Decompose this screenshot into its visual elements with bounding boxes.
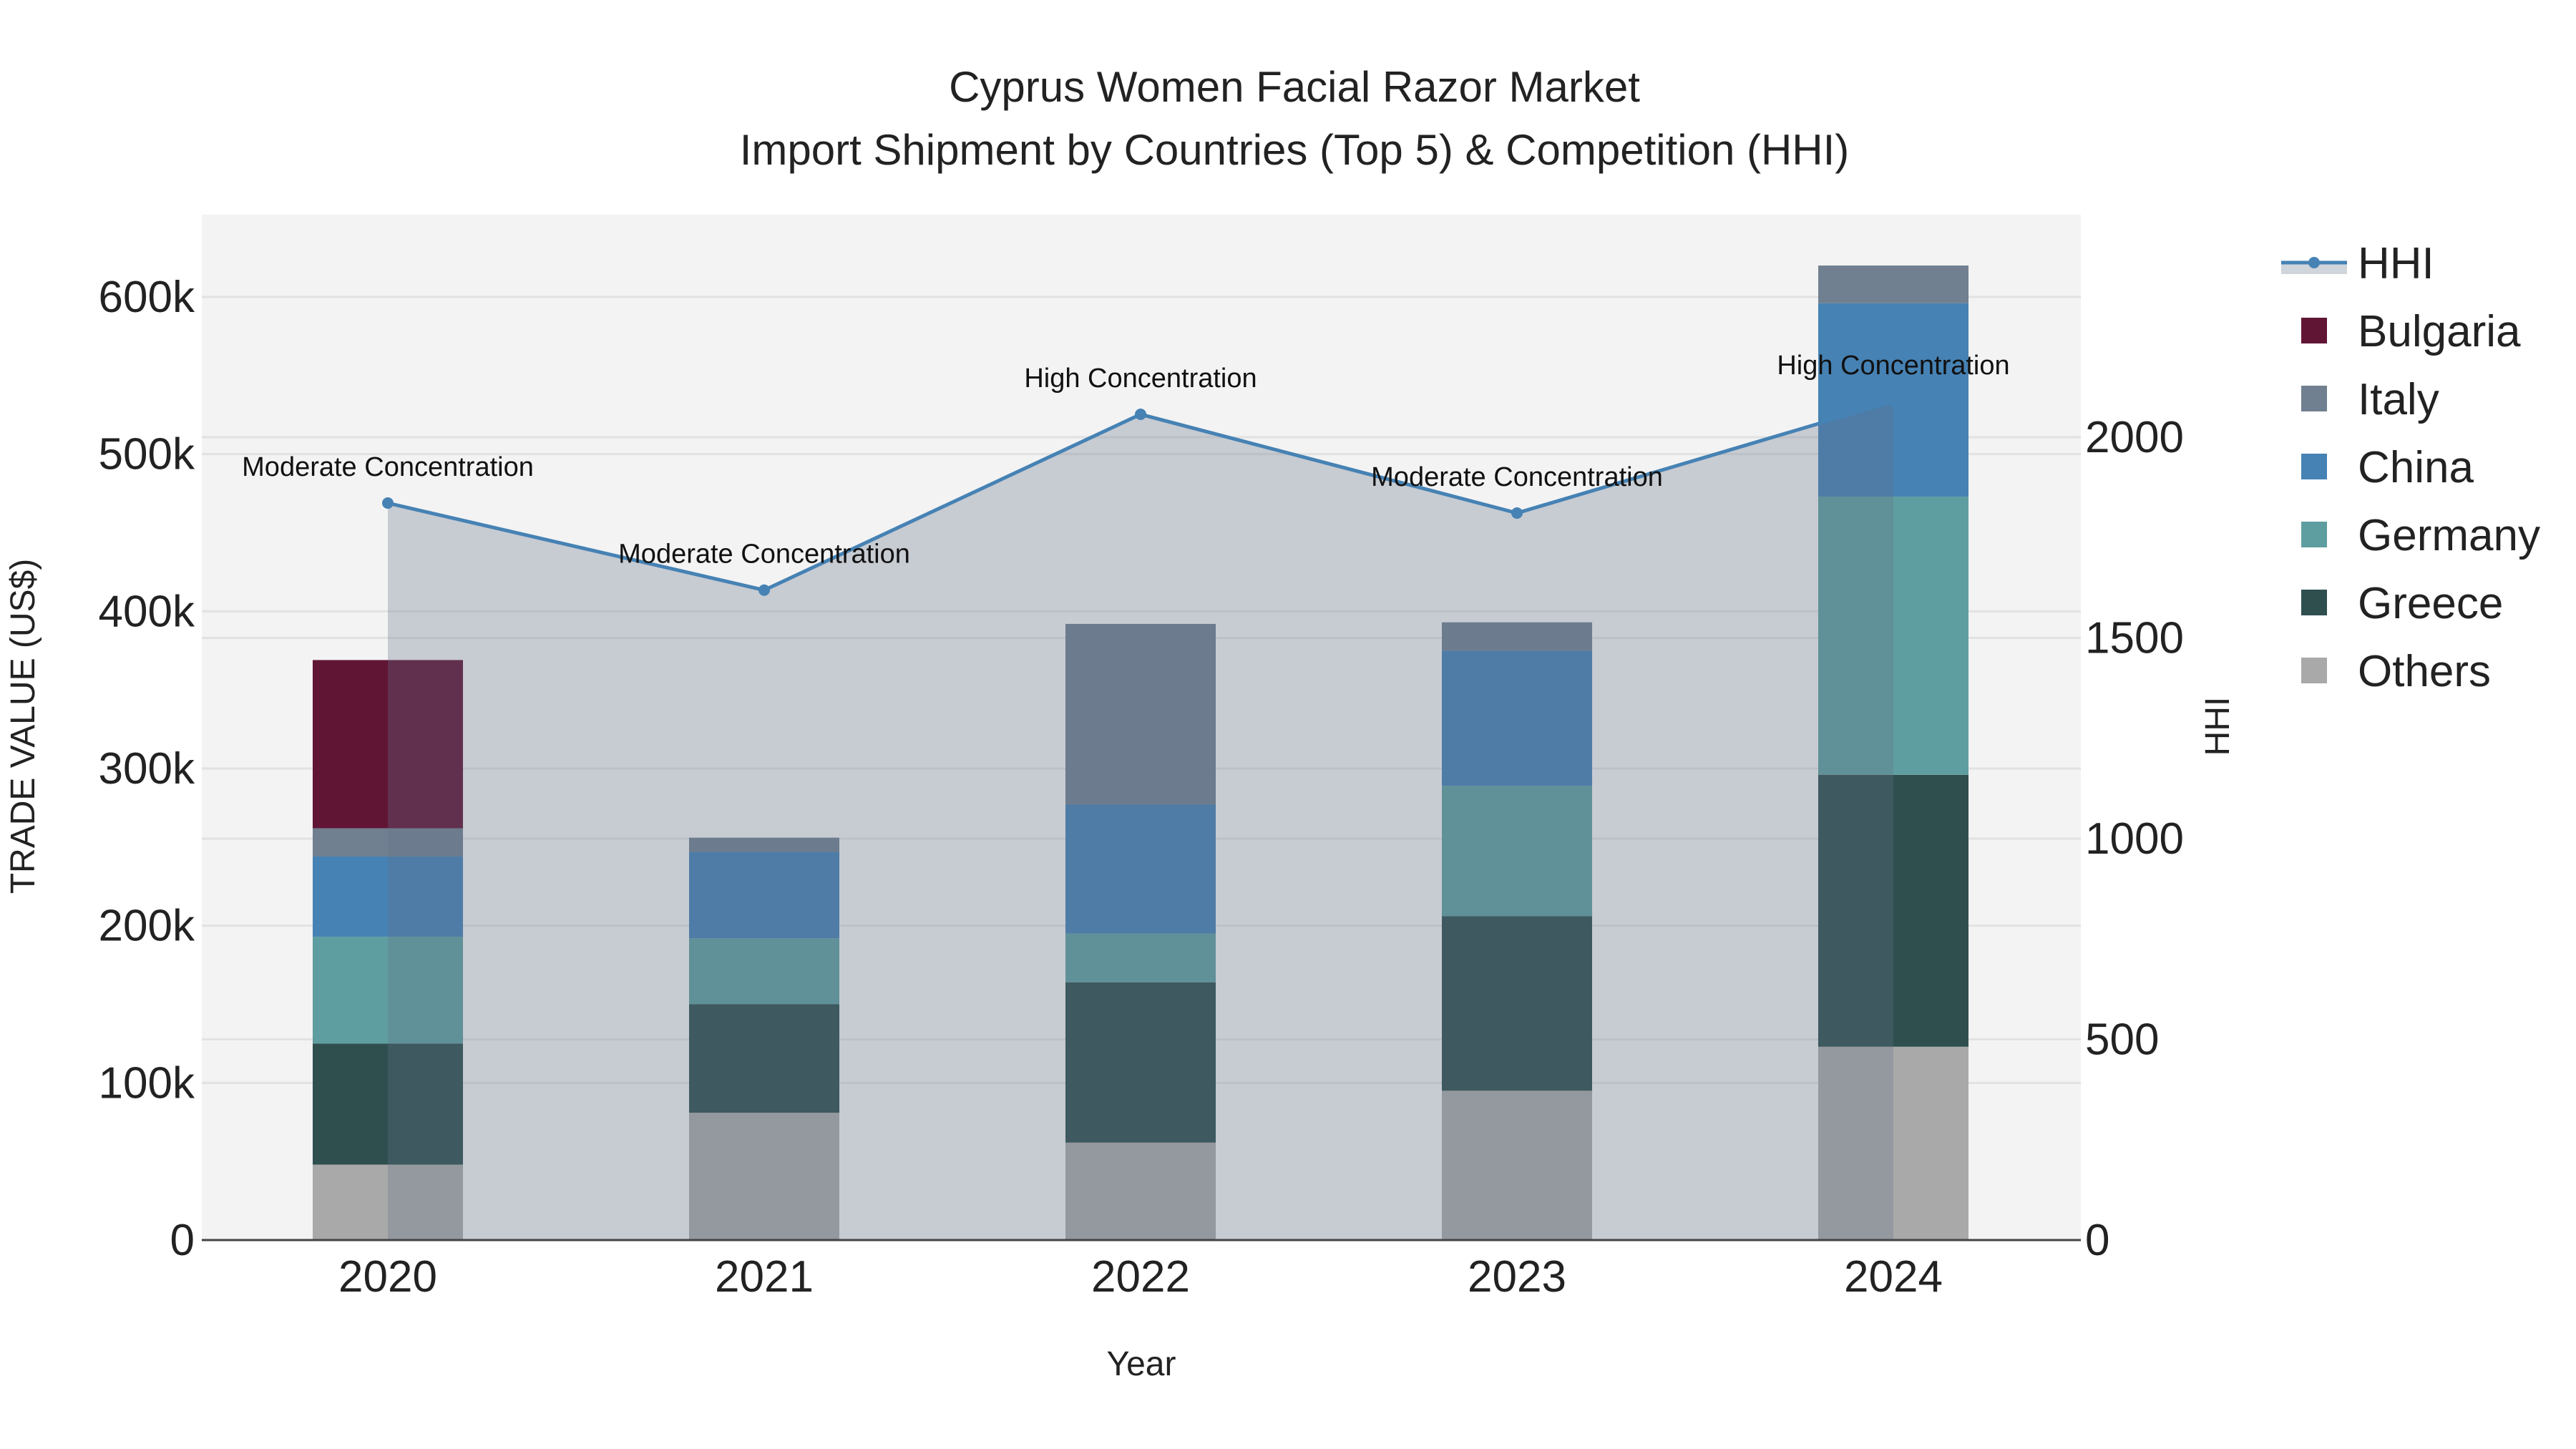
y2-tick-label: 1000	[2085, 814, 2184, 864]
y-tick-label: 200k	[99, 902, 195, 951]
y-tick-label: 300k	[99, 744, 195, 794]
hhi-annotation: Moderate Concentration	[242, 452, 534, 482]
legend-swatch-hhi-marker	[2308, 257, 2320, 268]
y-tick-label: 0	[170, 1216, 195, 1265]
legend-swatch-china	[2301, 454, 2327, 479]
y-tick-label: 100k	[99, 1058, 195, 1108]
hhi-annotation: Moderate Concentration	[618, 540, 910, 570]
legend-swatch-germany	[2301, 522, 2327, 547]
legend-label-bulgaria: Bulgaria	[2358, 307, 2521, 356]
legend-label-germany: Germany	[2358, 511, 2540, 560]
x-tick-label: 2020	[338, 1252, 437, 1302]
y2-tick-label: 2000	[2085, 413, 2184, 462]
y-tick-label: 600k	[99, 273, 195, 322]
hhi-point	[382, 497, 394, 509]
chart-subtitle: Import Shipment by Countries (Top 5) & C…	[740, 126, 1850, 174]
chart-title: Cyprus Women Facial Razor Market	[949, 63, 1640, 111]
y2-tick-label: 500	[2085, 1015, 2159, 1065]
x-tick-label: 2023	[1468, 1252, 1566, 1302]
chart: Moderate Concentration Moderate Concentra…	[0, 0, 2576, 1449]
bar-italy	[1818, 265, 1968, 303]
y2-axis-title: HHI	[2199, 697, 2237, 756]
y2-tick-label: 1500	[2085, 614, 2184, 663]
legend-label-hhi: HHI	[2358, 239, 2434, 288]
hhi-annotation: Moderate Concentration	[1371, 462, 1663, 492]
legend-swatch-others	[2301, 658, 2327, 683]
hhi-point	[1888, 396, 1899, 408]
x-tick-label: 2021	[715, 1252, 814, 1302]
y-tick-label: 500k	[99, 430, 195, 479]
hhi-annotation: High Concentration	[1777, 351, 2009, 381]
legend-swatch-bulgaria	[2301, 318, 2327, 343]
legend-label-others: Others	[2358, 647, 2491, 696]
y-tick-label: 400k	[99, 587, 195, 636]
legend-label-greece: Greece	[2358, 579, 2503, 628]
x-tick-label: 2022	[1091, 1252, 1190, 1302]
hhi-point	[758, 584, 770, 596]
legend-label-china: China	[2358, 443, 2474, 492]
legend-label-italy: Italy	[2358, 375, 2439, 424]
x-axis-title: Year	[1107, 1345, 1176, 1383]
hhi-annotation: High Concentration	[1024, 364, 1257, 394]
legend-swatch-italy	[2301, 386, 2327, 411]
hhi-point	[1135, 409, 1146, 421]
x-tick-label: 2024	[1844, 1252, 1943, 1302]
legend-swatch-greece	[2301, 590, 2327, 615]
y2-tick-label: 0	[2085, 1216, 2109, 1265]
hhi-point	[1511, 507, 1523, 519]
y-axis-title: TRADE VALUE (US$)	[4, 559, 42, 894]
